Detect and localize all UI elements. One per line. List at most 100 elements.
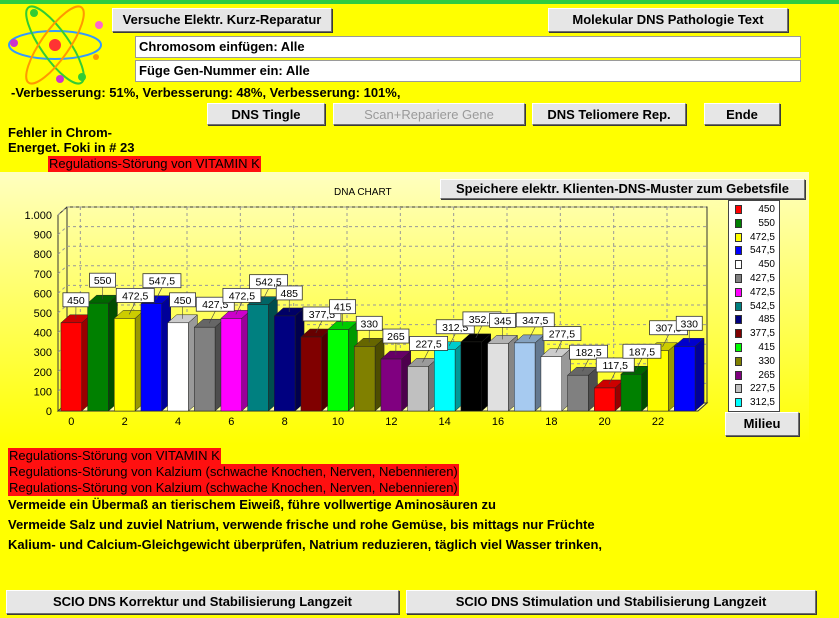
pathologie-text-button[interactable]: Molekular DNS Pathologie Text [548, 8, 788, 32]
bar [487, 343, 509, 412]
advice-line: Kalium- und Calcium-Gleichgewicht überpr… [8, 537, 603, 552]
bar [594, 387, 616, 412]
legend-swatch [735, 218, 742, 228]
x-tick-label: 6 [228, 416, 234, 428]
bar [674, 346, 696, 412]
x-tick-label: 16 [492, 416, 504, 428]
legend-swatch [735, 287, 742, 297]
regulation-status-label: Regulations-Störung von VITAMIN K [48, 156, 261, 172]
message-line: Regulations-Störung von Kalzium (schwach… [8, 480, 459, 496]
x-tick-label: 8 [282, 416, 288, 428]
data-label: 347,5 [522, 315, 548, 327]
bar [167, 322, 189, 412]
legend-item: 427,5 [733, 272, 777, 285]
y-tick-label: 900 [34, 230, 52, 242]
legend-swatch [735, 329, 742, 339]
data-label: 450 [174, 295, 192, 307]
legend-item: 312,5 [733, 396, 777, 409]
data-label: 415 [334, 302, 352, 314]
dna-chart: DNA CHART 01002003004005006007008009001.… [0, 172, 809, 444]
bar [87, 302, 109, 412]
save-dna-pattern-button[interactable]: Speichere elektr. Klienten-DNS-Muster zu… [440, 179, 805, 199]
bar [540, 356, 562, 412]
bar [247, 304, 269, 412]
bar [354, 346, 376, 412]
ende-button[interactable]: Ende [704, 103, 780, 125]
legend-item: 415 [733, 341, 777, 354]
x-tick-label: 4 [175, 416, 181, 428]
bar [194, 326, 216, 412]
data-label: 345 [494, 315, 512, 327]
legend-label: 485 [758, 314, 775, 326]
data-label: 547,5 [149, 276, 175, 288]
bar [514, 342, 536, 412]
legend-swatch [735, 398, 742, 408]
dns-stimulation-button[interactable]: SCIO DNS Stimulation und Stabilisierung … [406, 590, 816, 614]
legend-swatch [735, 301, 742, 311]
x-tick-label: 2 [122, 416, 128, 428]
legend-item: 542,5 [733, 300, 777, 313]
y-tick-label: 100 [34, 386, 52, 398]
bar [434, 349, 456, 412]
data-label: 265 [387, 331, 405, 343]
x-tick-label: 14 [439, 416, 451, 428]
y-tick-label: 300 [34, 347, 52, 359]
legend-swatch [735, 370, 742, 380]
dns-teliomere-button[interactable]: DNS Teliomere Rep. [532, 103, 686, 125]
y-tick-label: 800 [34, 249, 52, 261]
legend-item: 547,5 [733, 244, 777, 257]
bar [114, 318, 136, 412]
legend-swatch [735, 260, 742, 270]
kurz-reparatur-button[interactable]: Versuche Elektr. Kurz-Reparatur [112, 8, 332, 32]
data-label: 450 [67, 295, 85, 307]
legend-label: 472,5 [749, 231, 775, 243]
legend-label: 227,5 [749, 383, 775, 395]
legend-swatch [735, 343, 742, 352]
bar [274, 315, 296, 412]
legend-label: 330 [758, 355, 775, 367]
data-label: 277,5 [549, 329, 575, 341]
legend-item: 485 [733, 313, 777, 326]
legend-swatch [735, 205, 742, 214]
milieu-button[interactable]: Milieu [725, 412, 799, 436]
legend-label: 312,5 [749, 397, 775, 409]
chart-legend: 450 550 472,5 547,5 450 427,5 472,5 542,5 485 377… [728, 200, 780, 412]
dna-chart-panel: DNA CHART 0 100 200 300 400 500 600 700 800 900 1.… [0, 172, 809, 444]
data-label: 330 [681, 318, 699, 330]
legend-item: 450 [733, 203, 777, 216]
advice-line: Vermeide Salz und zuviel Natrium, verwen… [8, 517, 595, 532]
legend-label: 427,5 [749, 273, 775, 284]
data-label: 182,5 [575, 347, 601, 359]
chromosom-input[interactable]: Chromosom einfügen: Alle [135, 36, 801, 58]
dns-tingle-button[interactable]: DNS Tingle [207, 103, 325, 125]
legend-label: 265 [758, 369, 775, 381]
legend-item: 227,5 [733, 382, 777, 395]
x-tick-label: 22 [652, 416, 664, 428]
legend-item: 330 [733, 355, 777, 368]
bar [140, 303, 162, 412]
data-label: 187,5 [629, 346, 655, 358]
atom-logo-icon [8, 5, 103, 85]
legend-swatch [735, 384, 742, 394]
fehler-label: Fehler in Chrom- [8, 125, 113, 140]
top-accent-line [0, 0, 839, 4]
y-tick-label: 1.000 [24, 210, 52, 222]
gen-nummer-input[interactable]: Füge Gen-Nummer ein: Alle [135, 60, 801, 82]
legend-swatch [735, 315, 742, 325]
dns-korrektur-button[interactable]: SCIO DNS Korrektur und Stabilisierung La… [6, 590, 399, 614]
bar [327, 329, 349, 412]
legend-label: 550 [758, 217, 775, 229]
y-tick-label: 200 [34, 367, 52, 379]
legend-label: 377,5 [749, 328, 775, 340]
bar [60, 322, 82, 412]
data-label: 472,5 [229, 290, 255, 302]
data-label: 472,5 [122, 290, 148, 302]
message-line: Regulations-Störung von VITAMIN K [8, 448, 221, 464]
advice-line: Vermeide ein Übermaß an tierischem Eiwei… [8, 497, 496, 512]
legend-item: 265 [733, 369, 777, 382]
legend-item: 472,5 [733, 286, 777, 299]
data-label: 227,5 [415, 338, 441, 350]
chart-title: DNA CHART [334, 187, 392, 198]
legend-item: 472,5 [733, 231, 777, 244]
bar [567, 374, 589, 412]
